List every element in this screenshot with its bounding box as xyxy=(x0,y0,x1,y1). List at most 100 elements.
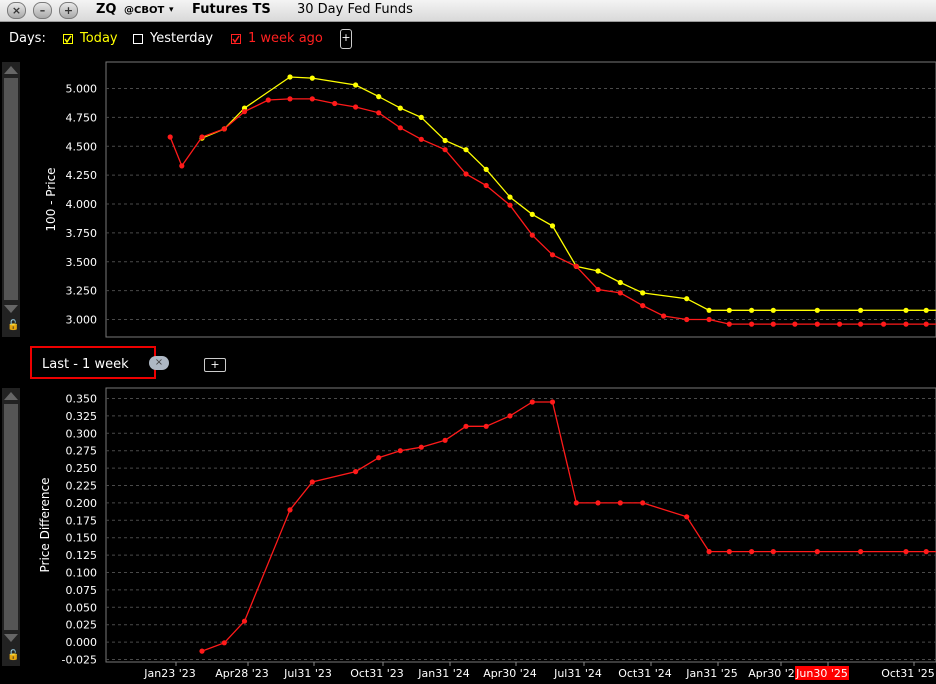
add-icon[interactable]: + xyxy=(59,2,78,19)
data-point xyxy=(573,263,579,269)
yesterday-label[interactable]: Yesterday xyxy=(150,31,213,46)
data-point xyxy=(483,182,489,189)
week-ago-label[interactable]: 1 week ago xyxy=(248,31,323,46)
y-tick-label: 4.000 xyxy=(66,198,98,211)
data-point xyxy=(881,321,887,327)
scroll-down-icon[interactable] xyxy=(4,305,18,313)
data-point xyxy=(309,75,315,81)
lower-scrollbar[interactable]: 🔓 xyxy=(2,388,20,666)
data-point xyxy=(684,296,690,302)
data-point xyxy=(287,74,293,80)
data-point xyxy=(749,307,755,313)
data-point xyxy=(442,137,448,144)
x-tick-label: Jan23 '23 xyxy=(143,667,195,680)
data-point xyxy=(749,549,755,555)
data-point xyxy=(397,448,403,454)
days-label: Days: xyxy=(9,31,46,46)
scroll-thumb[interactable] xyxy=(4,78,18,300)
app-name: Futures TS xyxy=(192,2,271,17)
data-point xyxy=(903,307,909,313)
close-panel-button[interactable]: × xyxy=(149,356,169,370)
data-point xyxy=(199,648,205,654)
x-tick-label: Apr30 '24 xyxy=(483,667,537,680)
y-tick-label: 0.125 xyxy=(66,549,98,562)
series-line-1-week-ago xyxy=(169,98,936,325)
data-point xyxy=(923,321,929,327)
upper-scrollbar[interactable]: 🔓 xyxy=(2,62,20,337)
data-point xyxy=(199,135,205,141)
close-icon[interactable]: × xyxy=(7,2,26,19)
data-point xyxy=(923,549,929,555)
y-tick-label: 0.225 xyxy=(66,480,98,493)
data-point xyxy=(353,104,359,110)
today-checkbox[interactable] xyxy=(63,34,73,44)
data-point xyxy=(640,290,646,296)
y-tick-label: -0.025 xyxy=(62,654,97,667)
data-point xyxy=(376,455,382,461)
data-point xyxy=(814,549,820,555)
data-point xyxy=(549,223,556,229)
scroll-down-icon[interactable] xyxy=(4,634,18,642)
data-point xyxy=(287,507,293,513)
scroll-up-icon[interactable] xyxy=(4,66,18,74)
add-panel-button[interactable]: + xyxy=(204,358,226,372)
data-point xyxy=(529,232,535,238)
data-point xyxy=(442,147,448,153)
data-point xyxy=(923,307,929,313)
data-point xyxy=(617,500,623,506)
data-point xyxy=(858,321,864,327)
lock-icon[interactable]: 🔓 xyxy=(7,650,19,661)
y-tick-label: 4.500 xyxy=(66,140,98,153)
data-point xyxy=(287,96,293,102)
plot-area xyxy=(105,61,936,338)
chevron-down-icon[interactable]: ▾ xyxy=(169,5,174,15)
data-point xyxy=(640,303,646,309)
data-point xyxy=(661,313,667,319)
data-point xyxy=(507,194,513,200)
data-point xyxy=(483,166,489,172)
data-point xyxy=(770,321,776,327)
x-tick-label: Oct31 '24 xyxy=(618,667,672,680)
x-tick-label: Oct31 '23 xyxy=(350,667,404,680)
y-tick-label: 0.275 xyxy=(66,445,98,458)
data-point xyxy=(442,437,448,443)
data-point xyxy=(549,252,556,258)
data-point xyxy=(507,202,513,208)
check-icon xyxy=(232,35,240,43)
data-point xyxy=(858,307,864,313)
y-tick-label: 3.250 xyxy=(66,285,98,298)
data-point xyxy=(529,399,535,405)
data-point xyxy=(814,307,820,313)
data-point xyxy=(595,500,601,506)
y-tick-label: 0.350 xyxy=(66,393,98,406)
y-tick-label: 3.000 xyxy=(66,314,98,327)
yesterday-checkbox[interactable] xyxy=(133,34,143,44)
data-point xyxy=(507,413,513,419)
x-tick-label: Oct31 '25 xyxy=(881,667,935,680)
scroll-up-icon[interactable] xyxy=(4,392,18,400)
data-point xyxy=(617,279,623,286)
data-point xyxy=(376,110,382,116)
scroll-thumb[interactable] xyxy=(4,404,18,630)
exchange-label[interactable]: @CBOT xyxy=(124,5,164,16)
y-tick-label: 3.500 xyxy=(66,256,98,269)
data-point xyxy=(483,423,489,429)
data-point xyxy=(706,549,712,555)
add-day-button[interactable]: + xyxy=(340,29,352,49)
data-point xyxy=(376,94,382,100)
y-tick-label: 3.750 xyxy=(66,227,98,240)
data-point xyxy=(463,423,469,429)
y-tick-label: 0.175 xyxy=(66,514,98,527)
title-bar: × – + ZQ @CBOT ▾ Futures TS 30 Day Fed F… xyxy=(0,0,936,22)
y-axis-label: Price Difference xyxy=(38,478,52,573)
data-point xyxy=(770,549,776,555)
data-point xyxy=(418,444,424,450)
today-label[interactable]: Today xyxy=(80,31,118,46)
data-point xyxy=(167,134,173,140)
week-ago-checkbox[interactable] xyxy=(231,34,241,44)
minimize-icon[interactable]: – xyxy=(33,2,52,19)
x-tick-label: Jul31 '24 xyxy=(553,667,602,680)
data-point xyxy=(418,136,424,142)
lock-icon[interactable]: 🔓 xyxy=(7,320,19,331)
data-point xyxy=(903,321,909,327)
